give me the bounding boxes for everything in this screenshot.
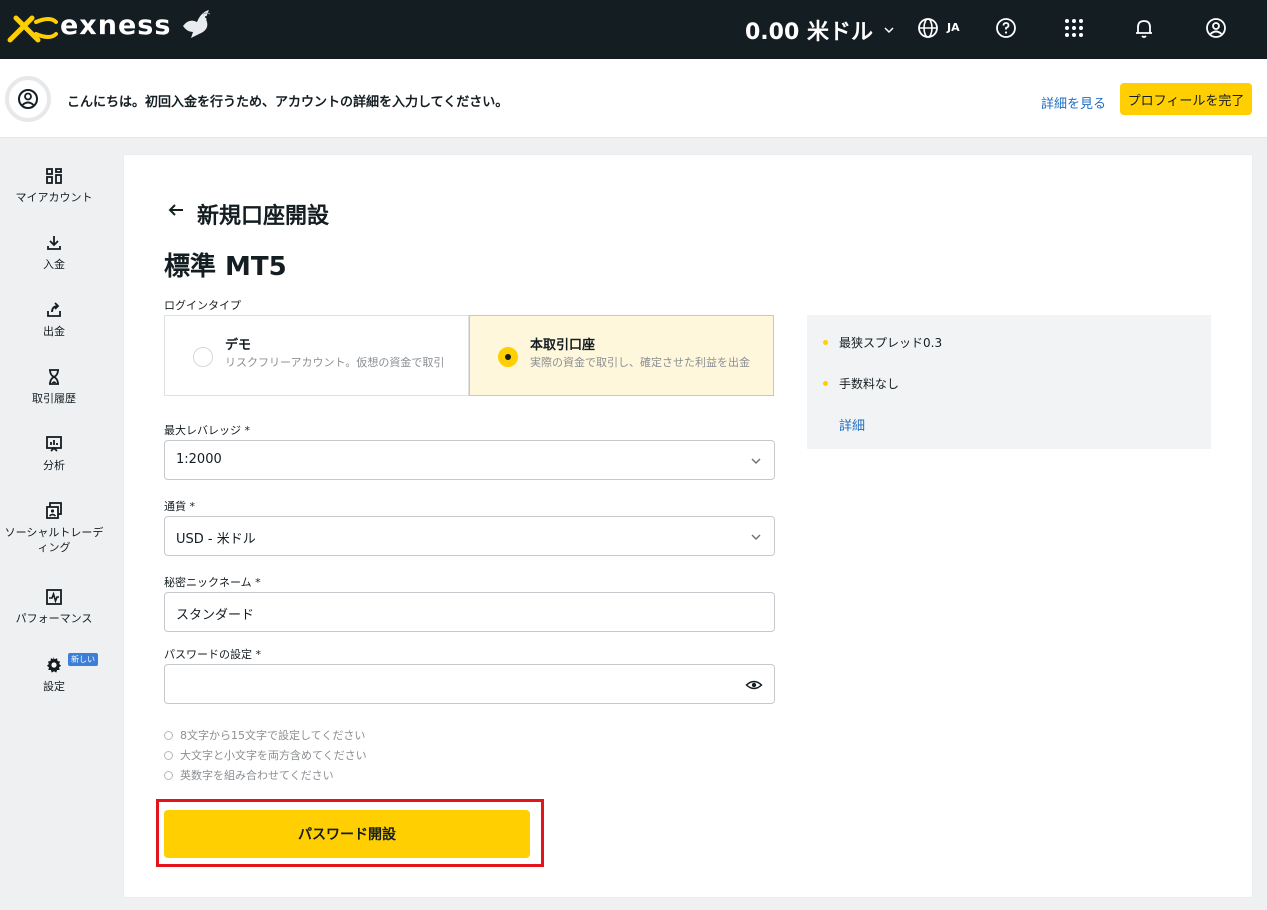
sidebar-item-label: 分析 [43, 459, 65, 472]
apps-grid-icon[interactable] [1062, 16, 1086, 40]
bullet-icon [823, 340, 828, 345]
sidebar-item-label: 出金 [43, 325, 65, 338]
option-title: 本取引口座 [530, 338, 596, 353]
dove-icon [183, 10, 211, 38]
sidebar-item-analytics[interactable]: 分析 [0, 434, 108, 473]
password-rule: 大文字と小文字を両方含めてください [164, 745, 367, 765]
password-input[interactable] [164, 664, 775, 704]
info-item: 最狭スプレッド0.3 [823, 334, 942, 351]
sidebar-item-settings[interactable]: 新しい 設定 [0, 653, 108, 694]
login-type-label: ログインタイプ [164, 299, 241, 312]
sidebar-item-withdraw[interactable]: 出金 [0, 300, 108, 339]
rule-status-icon [164, 770, 173, 780]
option-description: 実際の資金で取引し、確定させた利益を出金 [530, 356, 750, 369]
analytics-icon [46, 436, 62, 452]
leverage-value: 1:2000 [176, 452, 222, 467]
sidebar-item-performance[interactable]: パフォーマンス [0, 587, 108, 626]
notice-message: こんにちは。初回入金を行うため、アカウントの詳細を入力してください。 [67, 95, 509, 110]
complete-profile-button[interactable]: プロフィールを完了 [1120, 83, 1252, 115]
rule-text: 大文字と小文字を両方含めてください [180, 749, 367, 762]
bell-icon[interactable] [1132, 16, 1156, 40]
sidebar-item-label: 入金 [43, 258, 65, 271]
nickname-value: スタンダード [176, 608, 255, 623]
account-type-title: 標準 MT5 [164, 252, 287, 282]
sidebar-item-label: 取引履歴 [32, 392, 76, 405]
password-rule: 英数字を組み合わせてください [164, 765, 367, 785]
sidebar-item-deposit[interactable]: 入金 [0, 233, 108, 272]
gear-icon [46, 657, 62, 673]
nickname-input[interactable]: スタンダード [164, 592, 775, 632]
password-rules: 8文字から15文字で設定してください 大文字と小文字を両方含めてください 英数字… [164, 725, 367, 785]
password-label: パスワードの設定 * [164, 648, 261, 661]
login-type-selector: デモ リスクフリーアカウント。仮想の資金で取引 本取引口座 実際の資金で取引し、… [164, 315, 774, 396]
option-title: デモ [225, 338, 252, 353]
performance-icon [46, 589, 62, 605]
social-trading-icon [46, 502, 62, 519]
sidebar-item-label: マイアカウント [15, 191, 93, 204]
sidebar-item-my-account[interactable]: マイアカウント [0, 166, 108, 205]
new-badge: 新しい [68, 653, 98, 666]
sidebar-item-label: ソーシャルトレーディング [4, 526, 104, 554]
back-arrow-icon[interactable] [166, 200, 186, 220]
deposit-icon [47, 236, 61, 250]
learn-more-link[interactable]: 詳細を見る [1041, 93, 1106, 112]
rule-status-icon [164, 730, 173, 740]
login-option-demo[interactable]: デモ リスクフリーアカウント。仮想の資金で取引 [164, 315, 469, 396]
balance-value: 0.00 米ドル [745, 20, 873, 45]
leverage-select[interactable]: 1:2000 [164, 440, 775, 480]
leverage-label: 最大レバレッジ * [164, 424, 250, 437]
bullet-icon [823, 381, 828, 386]
details-link[interactable]: 詳細 [839, 415, 865, 434]
rule-text: 英数字を組み合わせてください [180, 769, 334, 782]
exness-logo-mark-icon [7, 15, 58, 43]
rule-text: 8文字から15文字で設定してください [180, 729, 366, 742]
currency-label: 通貨 * [164, 500, 195, 513]
sidebar-item-label: 設定 [43, 680, 65, 693]
info-item: 手数料なし [823, 375, 899, 392]
password-rule: 8文字から15文字で設定してください [164, 725, 367, 745]
dashboard-icon [46, 168, 62, 184]
chevron-down-icon [751, 458, 761, 464]
currency-value: USD - 米ドル [176, 532, 256, 547]
chevron-down-icon [751, 534, 761, 540]
info-item-text: 最狭スプレッド0.3 [839, 336, 943, 350]
profile-notice-bar: こんにちは。初回入金を行うため、アカウントの詳細を入力してください。 詳細を見る… [0, 59, 1267, 138]
user-icon[interactable] [1204, 16, 1228, 40]
radio-button[interactable] [193, 347, 213, 367]
balance-dropdown[interactable]: 0.00 米ドル [745, 14, 895, 46]
option-description: リスクフリーアカウント。仮想の資金で取引 [225, 356, 445, 369]
currency-select[interactable]: USD - 米ドル [164, 516, 775, 556]
chevron-down-icon [884, 27, 894, 34]
profile-progress-avatar-icon [5, 76, 51, 122]
language-label[interactable]: JA [947, 21, 960, 34]
help-icon[interactable] [994, 16, 1018, 40]
sidebar-item-label: パフォーマンス [15, 612, 93, 625]
sidebar-item-history[interactable]: 取引履歴 [0, 367, 108, 406]
top-bar: exness 0.00 米ドル JA [0, 0, 1267, 59]
radio-button[interactable] [498, 347, 518, 367]
submit-button[interactable]: パスワード開設 [164, 810, 530, 858]
hourglass-icon [49, 369, 59, 385]
rule-status-icon [164, 750, 173, 760]
account-info-panel: 最狭スプレッド0.3 手数料なし 詳細 [807, 315, 1211, 449]
exness-logo[interactable]: exness [6, 10, 213, 46]
eye-icon[interactable] [745, 676, 763, 694]
login-option-real[interactable]: 本取引口座 実際の資金で取引し、確定させた利益を出金 [469, 315, 774, 396]
info-item-text: 手数料なし [839, 377, 900, 391]
sidebar-item-social-trading[interactable]: ソーシャルトレーディング [0, 501, 108, 555]
brand-name: exness [60, 9, 172, 41]
globe-icon[interactable] [916, 16, 940, 40]
nickname-label: 秘密ニックネーム * [164, 576, 261, 589]
withdraw-icon [47, 302, 61, 317]
page-title: 新規口座開設 [197, 204, 330, 229]
